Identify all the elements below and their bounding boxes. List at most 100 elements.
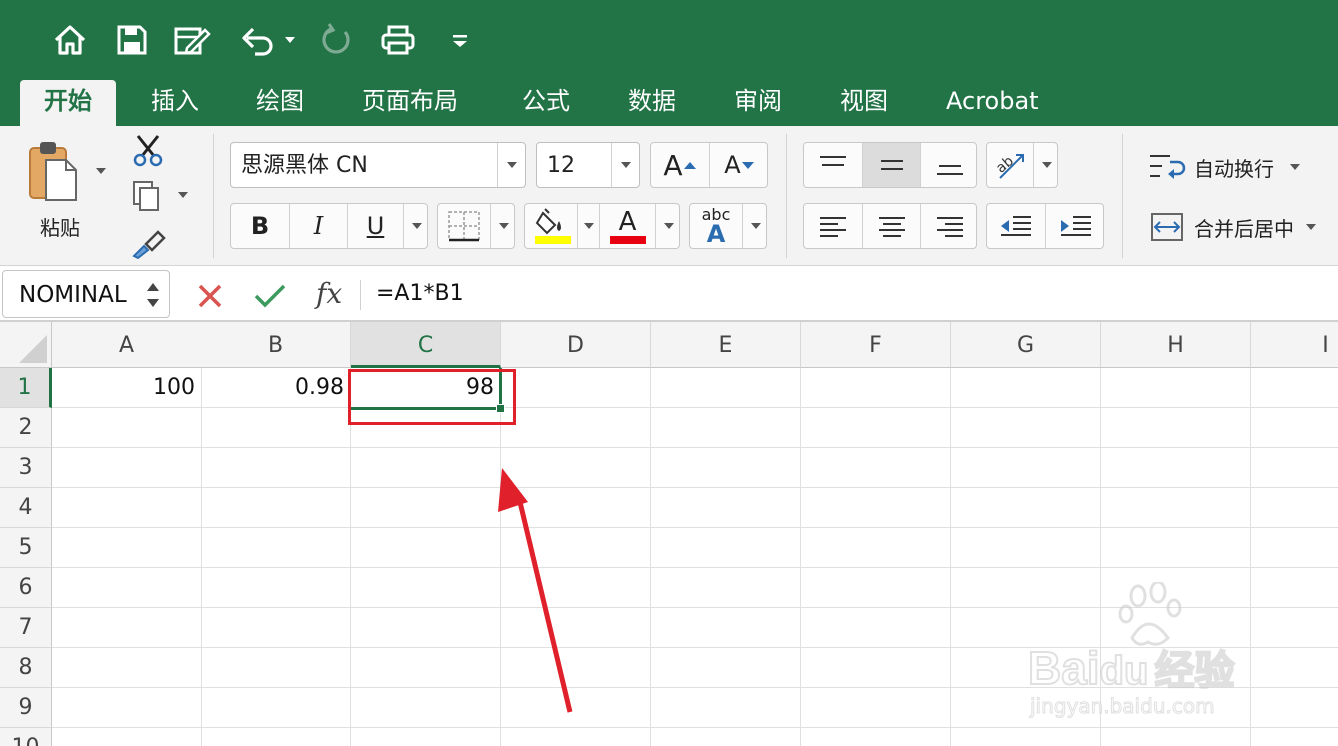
cell-h2[interactable] xyxy=(1101,408,1251,448)
edit-icon[interactable] xyxy=(170,18,214,62)
column-header-i[interactable]: I xyxy=(1251,322,1338,368)
cell-i4[interactable] xyxy=(1251,488,1338,528)
cell-a8[interactable] xyxy=(52,648,202,688)
cell-c4[interactable] xyxy=(351,488,501,528)
orientation-button[interactable]: ab xyxy=(986,142,1058,188)
cell-a6[interactable] xyxy=(52,568,202,608)
cell-g4[interactable] xyxy=(951,488,1101,528)
grow-font-button[interactable]: A xyxy=(651,143,709,187)
cell-f6[interactable] xyxy=(801,568,951,608)
cell-d2[interactable] xyxy=(501,408,651,448)
cell-e5[interactable] xyxy=(651,528,801,568)
cell-f8[interactable] xyxy=(801,648,951,688)
cell-a7[interactable] xyxy=(52,608,202,648)
cell-b1[interactable]: 0.98 xyxy=(201,368,351,408)
align-right-icon[interactable] xyxy=(920,204,978,248)
cell-e4[interactable] xyxy=(651,488,801,528)
cell-e3[interactable] xyxy=(651,448,801,488)
cell-f4[interactable] xyxy=(801,488,951,528)
tab-acrobat[interactable]: Acrobat xyxy=(942,80,1043,126)
cell-e1[interactable] xyxy=(651,368,801,408)
chevron-down-icon[interactable] xyxy=(1306,224,1316,230)
cell-f9[interactable] xyxy=(801,688,951,728)
cell-f7[interactable] xyxy=(801,608,951,648)
row-header-4[interactable]: 4 xyxy=(0,488,52,528)
row-header-6[interactable]: 6 xyxy=(0,568,52,608)
undo-icon[interactable] xyxy=(234,18,298,62)
row-header-9[interactable]: 9 xyxy=(0,688,52,728)
cell-e2[interactable] xyxy=(651,408,801,448)
cell-f3[interactable] xyxy=(801,448,951,488)
row-header-7[interactable]: 7 xyxy=(0,608,52,648)
copy-button[interactable] xyxy=(130,180,194,214)
row-header-8[interactable]: 8 xyxy=(0,648,52,688)
phonetic-button[interactable]: abc A xyxy=(689,203,767,249)
format-painter-icon[interactable] xyxy=(130,226,166,260)
wrap-text-button[interactable]: 自动换行 xyxy=(1148,148,1328,186)
cell-e7[interactable] xyxy=(651,608,801,648)
align-center-icon[interactable] xyxy=(862,204,920,248)
decrease-indent-icon[interactable] xyxy=(987,204,1045,248)
tab-data[interactable]: 数据 xyxy=(624,80,680,126)
cell-f1[interactable] xyxy=(801,368,951,408)
cell-g3[interactable] xyxy=(951,448,1101,488)
redo-icon[interactable] xyxy=(314,18,358,62)
chevron-down-icon[interactable] xyxy=(403,204,429,248)
borders-button[interactable] xyxy=(437,203,515,249)
chevron-down-icon[interactable] xyxy=(611,143,639,187)
cell-d1[interactable] xyxy=(501,368,651,408)
cell-d10[interactable] xyxy=(501,728,651,746)
cell-b10[interactable] xyxy=(201,728,351,746)
row-header-10[interactable]: 10 xyxy=(0,728,52,746)
underline-button[interactable]: U xyxy=(347,204,403,248)
chevron-down-icon[interactable] xyxy=(577,204,599,248)
chevron-down-icon[interactable] xyxy=(1290,164,1300,170)
cell-h5[interactable] xyxy=(1101,528,1251,568)
font-color-button[interactable]: A xyxy=(599,204,655,248)
select-all-button[interactable] xyxy=(0,322,52,368)
cell-f5[interactable] xyxy=(801,528,951,568)
cell-e10[interactable] xyxy=(651,728,801,746)
name-box[interactable]: NOMINAL xyxy=(2,270,170,318)
font-size-combo[interactable]: 12 xyxy=(536,142,640,188)
column-header-h[interactable]: H xyxy=(1101,322,1251,368)
align-bottom-icon[interactable] xyxy=(920,143,978,187)
column-header-f[interactable]: F xyxy=(801,322,951,368)
chevron-down-icon[interactable] xyxy=(497,143,525,187)
merge-center-button[interactable]: 合并后居中 xyxy=(1148,208,1338,246)
tab-formulas[interactable]: 公式 xyxy=(518,80,574,126)
cut-icon[interactable] xyxy=(130,134,166,168)
cell-b6[interactable] xyxy=(201,568,351,608)
chevron-down-icon[interactable] xyxy=(742,204,768,248)
home-icon[interactable] xyxy=(48,18,92,62)
enter-icon[interactable] xyxy=(252,280,288,312)
cell-b8[interactable] xyxy=(201,648,351,688)
row-header-3[interactable]: 3 xyxy=(0,448,52,488)
column-header-g[interactable]: G xyxy=(951,322,1101,368)
cell-e8[interactable] xyxy=(651,648,801,688)
column-header-a[interactable]: A xyxy=(52,322,202,368)
cell-i5[interactable] xyxy=(1251,528,1338,568)
chevron-down-icon[interactable] xyxy=(655,204,681,248)
row-header-2[interactable]: 2 xyxy=(0,408,52,448)
cell-a9[interactable] xyxy=(52,688,202,728)
cell-c6[interactable] xyxy=(351,568,501,608)
cell-g2[interactable] xyxy=(951,408,1101,448)
tab-home[interactable]: 开始 xyxy=(20,80,116,126)
row-header-5[interactable]: 5 xyxy=(0,528,52,568)
paste-button[interactable] xyxy=(24,136,114,212)
italic-button[interactable]: I xyxy=(289,204,347,248)
tab-page-layout[interactable]: 页面布局 xyxy=(358,80,462,126)
column-header-b[interactable]: B xyxy=(201,322,351,368)
cell-g5[interactable] xyxy=(951,528,1101,568)
cell-b4[interactable] xyxy=(201,488,351,528)
cell-c5[interactable] xyxy=(351,528,501,568)
chevron-down-icon[interactable] xyxy=(490,204,516,248)
cell-b7[interactable] xyxy=(201,608,351,648)
cell-i2[interactable] xyxy=(1251,408,1338,448)
tab-review[interactable]: 审阅 xyxy=(730,80,786,126)
cell-a4[interactable] xyxy=(52,488,202,528)
cancel-icon[interactable] xyxy=(194,280,226,312)
cell-h1[interactable] xyxy=(1101,368,1251,408)
cell-f10[interactable] xyxy=(801,728,951,746)
